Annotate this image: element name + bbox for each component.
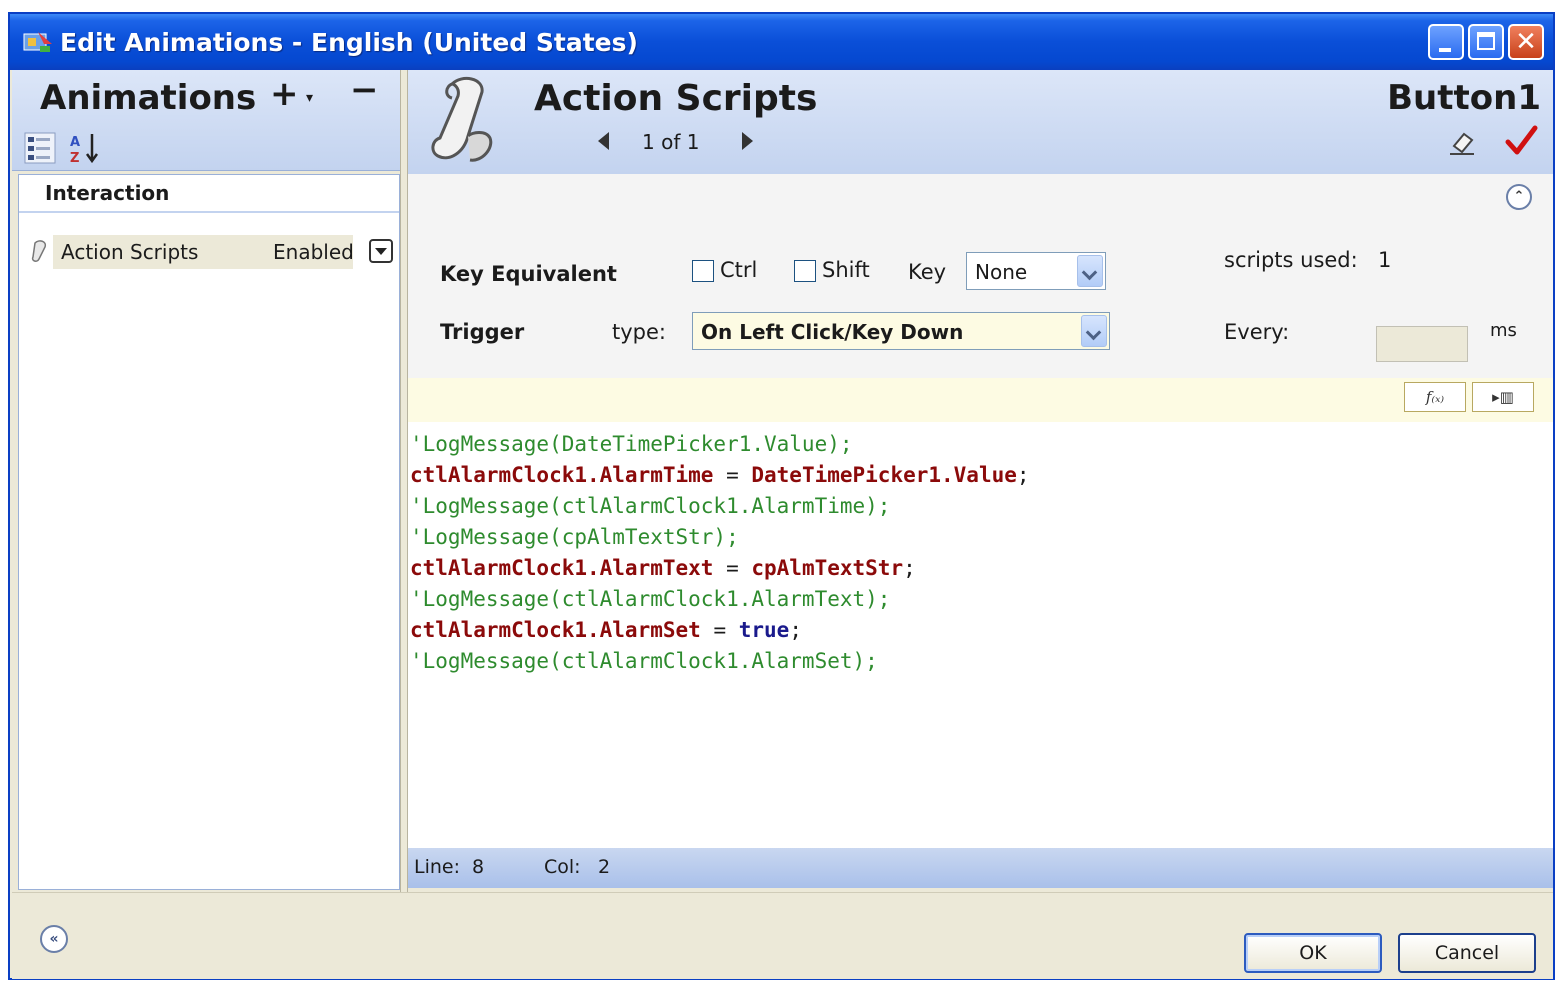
previous-arrow-icon[interactable] xyxy=(598,132,609,150)
code-line: ctlAlarmClock1.AlarmText = cpAlmTextStr; xyxy=(410,556,916,580)
ok-button[interactable]: OK xyxy=(1244,933,1382,973)
key-equivalent-label: Key Equivalent xyxy=(440,262,617,286)
shift-checkbox[interactable] xyxy=(794,260,816,282)
line-label: Line: xyxy=(414,856,460,878)
animation-item-state: Enabled xyxy=(273,240,354,264)
minimize-icon xyxy=(1439,48,1451,52)
code-line: ctlAlarmClock1.AlarmSet = true; xyxy=(410,618,802,642)
action-script-icon xyxy=(31,240,47,262)
code-line: ctlAlarmClock1.AlarmTime = DateTimePicke… xyxy=(410,463,1030,487)
code-token: 'LogMessage(cpAlmTextStr); xyxy=(410,525,739,549)
svg-text:Z: Z xyxy=(70,151,79,164)
title-bar[interactable]: Edit Animations - English (United States… xyxy=(10,14,1553,70)
key-select[interactable]: None xyxy=(966,252,1106,290)
chevron-down-icon[interactable] xyxy=(1081,315,1107,347)
collapse-panel-button[interactable]: ⌃ xyxy=(1506,184,1532,210)
editor-status-bar: Line: 8 Col: 2 xyxy=(408,848,1553,888)
app-icon xyxy=(23,32,52,52)
edit-animations-window: Edit Animations - English (United States… xyxy=(8,12,1555,980)
chevron-down-icon[interactable] xyxy=(1077,255,1103,287)
code-token: cpAlmTextStr xyxy=(751,556,904,580)
scroll-icon xyxy=(431,76,493,162)
code-token: = xyxy=(713,463,752,487)
code-token: ; xyxy=(1016,463,1030,487)
pane-splitter[interactable] xyxy=(400,70,408,892)
col-label: Col: xyxy=(544,856,581,878)
function-browser-button[interactable]: f₍ₓ₎ xyxy=(1404,382,1466,412)
type-label: type: xyxy=(612,320,666,344)
code-line: 'LogMessage(ctlAlarmClock1.AlarmTime); xyxy=(410,494,890,518)
remove-animation-button[interactable]: − xyxy=(350,70,379,110)
animation-item-name: Action Scripts xyxy=(61,240,199,264)
trigger-type-value: On Left Click/Key Down xyxy=(701,320,964,344)
code-line: 'LogMessage(ctlAlarmClock1.AlarmSet); xyxy=(410,649,878,673)
expand-panel-button[interactable]: « xyxy=(40,925,68,953)
every-ms-input[interactable] xyxy=(1376,326,1468,362)
trigger-type-select[interactable]: On Left Click/Key Down xyxy=(692,312,1110,350)
script-toolbar: f₍ₓ₎ ▸▥ xyxy=(408,378,1553,422)
close-button[interactable]: ✕ xyxy=(1508,24,1544,60)
script-config-panel: ⌃ Key Equivalent Ctrl Shift Key None scr… xyxy=(408,174,1553,378)
code-token: ctlAlarmClock1.AlarmText xyxy=(410,556,714,580)
action-scripts-header: Action Scripts 1 of 1 Button1 xyxy=(408,70,1553,175)
animations-title: Animations xyxy=(40,78,257,118)
animations-list: Interaction Action Scripts Enabled xyxy=(18,174,400,890)
pager-text: 1 of 1 xyxy=(642,130,700,154)
code-token: 'LogMessage(ctlAlarmClock1.AlarmTime); xyxy=(410,494,891,518)
code-token: DateTimePicker1.Value xyxy=(751,463,1017,487)
shift-label: Shift xyxy=(822,258,870,282)
animations-header: Animations + ▾ − A Z xyxy=(12,70,400,171)
checkmark-icon[interactable] xyxy=(1504,124,1538,158)
cancel-button[interactable]: Cancel xyxy=(1398,933,1536,973)
group-header-interaction: Interaction xyxy=(19,175,399,213)
trigger-label: Trigger xyxy=(440,320,525,344)
code-token: 'LogMessage(ctlAlarmClock1.AlarmText); xyxy=(410,587,891,611)
group-label: Interaction xyxy=(45,181,170,205)
every-label: Every: xyxy=(1224,320,1290,344)
svg-text:A: A xyxy=(70,135,80,150)
code-token: ctlAlarmClock1.AlarmSet xyxy=(410,618,701,642)
col-value: 2 xyxy=(598,856,611,878)
code-token: 'LogMessage(DateTimePicker1.Value); xyxy=(410,432,853,456)
code-token: = xyxy=(713,556,752,580)
code-token: = xyxy=(700,618,739,642)
minimize-button[interactable] xyxy=(1428,24,1464,60)
window-title: Edit Animations - English (United States… xyxy=(60,28,638,57)
maximize-icon xyxy=(1477,32,1495,50)
categorize-icon[interactable] xyxy=(24,132,56,164)
eraser-icon[interactable] xyxy=(1448,128,1476,156)
code-token: 'LogMessage(ctlAlarmClock1.AlarmSet); xyxy=(410,649,878,673)
line-value: 8 xyxy=(472,856,485,878)
ctrl-checkbox[interactable] xyxy=(692,260,714,282)
code-token: ctlAlarmClock1.AlarmTime xyxy=(410,463,714,487)
maximize-button[interactable] xyxy=(1468,24,1504,60)
key-label: Key xyxy=(908,260,947,284)
animation-item-action-scripts[interactable]: Action Scripts Enabled xyxy=(19,235,399,269)
ctrl-label: Ctrl xyxy=(720,258,758,282)
code-line: 'LogMessage(cpAlmTextStr); xyxy=(410,525,739,549)
code-token: true xyxy=(738,618,790,642)
code-line: 'LogMessage(DateTimePicker1.Value); xyxy=(410,432,853,456)
scripts-used-value: 1 xyxy=(1378,248,1392,272)
ms-label: ms xyxy=(1490,320,1517,341)
next-arrow-icon[interactable] xyxy=(742,132,753,150)
key-select-value: None xyxy=(975,260,1028,284)
section-title: Action Scripts xyxy=(534,78,818,119)
object-name: Button1 xyxy=(1387,78,1541,118)
code-token: ; xyxy=(903,556,916,580)
add-animation-button[interactable]: + xyxy=(270,74,299,114)
close-icon: ✕ xyxy=(1515,27,1537,57)
code-token: ; xyxy=(789,618,802,642)
insert-reference-button[interactable]: ▸▥ xyxy=(1472,382,1534,412)
dialog-footer: « OK Cancel xyxy=(12,892,1553,979)
add-dropdown-icon[interactable]: ▾ xyxy=(306,90,313,106)
scripts-used-label: scripts used: xyxy=(1224,248,1358,272)
state-dropdown-button[interactable] xyxy=(369,239,393,263)
sort-alpha-icon[interactable]: A Z xyxy=(68,132,102,164)
script-editor[interactable]: 'LogMessage(DateTimePicker1.Value); ctlAl… xyxy=(408,422,1553,848)
code-line: 'LogMessage(ctlAlarmClock1.AlarmText); xyxy=(410,587,890,611)
